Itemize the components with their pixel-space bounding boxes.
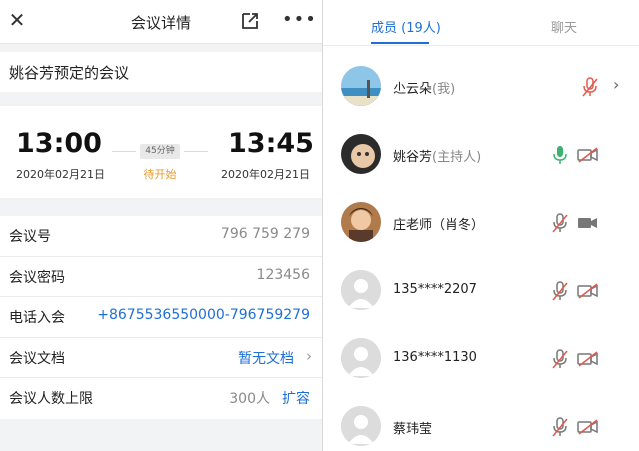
expand-capacity-button[interactable]: 扩容 xyxy=(282,388,310,408)
member-name: 姚谷芳(主持人) xyxy=(393,150,482,165)
start-date: 2020年02月21日 xyxy=(16,168,105,181)
share-icon[interactable] xyxy=(240,11,260,31)
mic-muted-icon[interactable] xyxy=(551,348,569,370)
more-icon[interactable]: ••• xyxy=(282,9,316,31)
member-name: 蔡玮莹 xyxy=(393,422,433,437)
member-name: 尐云朵(我) xyxy=(393,82,456,97)
mic-muted-icon[interactable] xyxy=(551,212,569,234)
camera-on-icon[interactable] xyxy=(577,214,599,232)
page-title: 会议详情 xyxy=(130,14,191,32)
member-name: 135****2207 xyxy=(393,282,477,297)
time-card: 13:00 2020年02月21日 45分钟 待开始 13:45 2020年02… xyxy=(0,106,322,198)
documents-label: 会议文档 xyxy=(9,350,65,367)
mic-on-icon[interactable] xyxy=(551,144,569,166)
member-row[interactable]: 136****1130 xyxy=(323,338,639,406)
duration-line-left xyxy=(112,151,136,152)
camera-off-icon[interactable] xyxy=(577,282,599,300)
member-row[interactable]: 尐云朵(我) › xyxy=(323,66,639,134)
avatar xyxy=(341,406,381,446)
avatar xyxy=(341,338,381,378)
camera-off-icon[interactable] xyxy=(577,350,599,368)
avatar xyxy=(341,270,381,310)
avatar xyxy=(341,66,381,106)
tab-chat[interactable]: 聊天 xyxy=(551,17,577,36)
meeting-id-value: 796 759 279 xyxy=(220,226,310,242)
meeting-id-label: 会议号 xyxy=(9,229,51,245)
app-window: ✕ 会议详情 ••• 姚谷芳预定的会议 13:00 2020年02月21日 45… xyxy=(0,0,639,451)
password-value: 123456 xyxy=(256,266,310,283)
dial-in-row[interactable]: 电话入会 +8675536550000-796759279 xyxy=(0,297,322,338)
details-header: ✕ 会议详情 ••• xyxy=(0,0,322,44)
documents-row[interactable]: 会议文档 暂无文档 › xyxy=(0,338,322,378)
tab-members[interactable]: 成员 (19人) xyxy=(371,17,441,36)
active-tab-indicator xyxy=(371,42,429,44)
tab-bar: 成员 (19人) 聊天 xyxy=(323,0,639,46)
capacity-value: 300人 xyxy=(229,391,270,407)
avatar xyxy=(341,202,381,242)
member-row[interactable]: 蔡玮莹 xyxy=(323,406,639,451)
capacity-label: 会议人数上限 xyxy=(9,391,93,407)
member-row[interactable]: 庄老师（肖冬） xyxy=(323,202,639,270)
mic-muted-icon[interactable] xyxy=(551,280,569,302)
mic-muted-icon[interactable] xyxy=(551,416,569,438)
member-name: 136****1130 xyxy=(393,350,477,365)
dial-in-label: 电话入会 xyxy=(9,310,65,326)
member-row[interactable]: 姚谷芳(主持人) xyxy=(323,134,639,202)
meeting-subject-card: 姚谷芳预定的会议 xyxy=(0,52,322,92)
capacity-row: 会议人数上限 300人 扩容 xyxy=(0,378,322,419)
mic-muted-icon[interactable] xyxy=(581,76,599,98)
chevron-right-icon: › xyxy=(306,346,312,365)
avatar xyxy=(341,134,381,174)
meeting-id-row: 会议号 796 759 279 xyxy=(0,216,322,257)
duration-line-right xyxy=(184,151,208,152)
end-time: 13:45 xyxy=(228,128,314,159)
meeting-subject: 姚谷芳预定的会议 xyxy=(9,64,130,82)
password-row: 会议密码 123456 xyxy=(0,257,322,297)
duration-badge: 45分钟 xyxy=(140,144,180,159)
documents-value[interactable]: 暂无文档 xyxy=(238,348,294,368)
members-pane: 成员 (19人) 聊天 尐云朵(我) › 姚谷芳(主持人) 庄老师（肖冬） 13… xyxy=(323,0,639,451)
meeting-info-list: 会议号 796 759 279 会议密码 123456 电话入会 +867553… xyxy=(0,216,322,419)
member-row[interactable]: 135****2207 xyxy=(323,270,639,338)
start-time: 13:00 xyxy=(16,128,102,159)
chevron-right-icon[interactable]: › xyxy=(613,75,619,94)
meeting-details-pane: ✕ 会议详情 ••• 姚谷芳预定的会议 13:00 2020年02月21日 45… xyxy=(0,0,322,451)
status-badge: 待开始 xyxy=(143,168,177,181)
camera-off-icon[interactable] xyxy=(577,418,599,436)
member-name: 庄老师（肖冬） xyxy=(393,218,485,233)
end-date: 2020年02月21日 xyxy=(221,168,310,181)
camera-off-icon[interactable] xyxy=(577,146,599,164)
dial-in-link[interactable]: +8675536550000-796759279 xyxy=(97,307,310,323)
password-label: 会议密码 xyxy=(9,269,65,286)
